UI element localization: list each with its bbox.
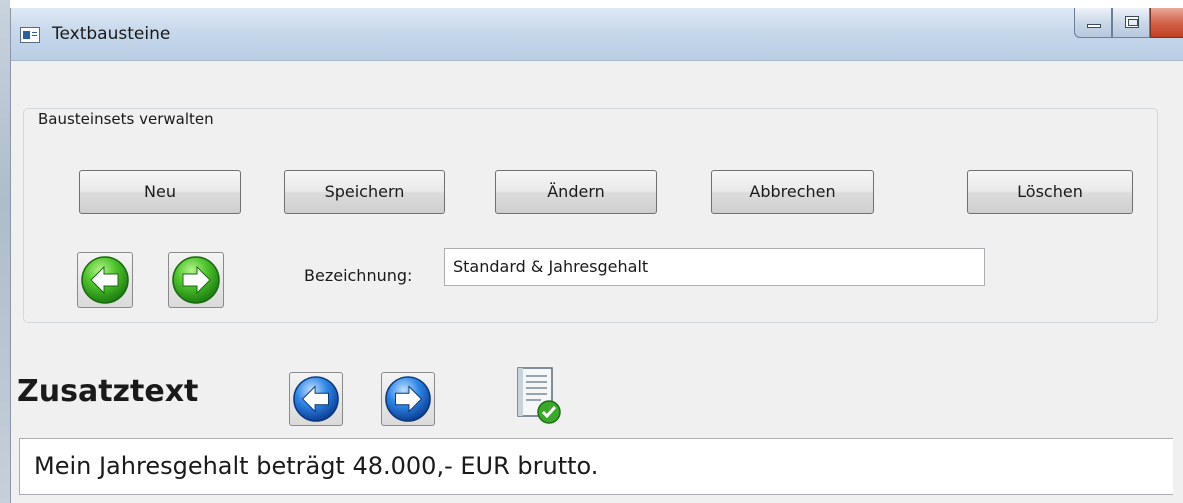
minimize-button[interactable] <box>1074 8 1112 38</box>
cancel-button[interactable]: Abbrechen <box>711 170 874 214</box>
delete-button[interactable]: Löschen <box>967 170 1133 214</box>
designation-input[interactable]: Standard & Jahresgehalt <box>444 248 985 286</box>
app-icon <box>20 27 40 43</box>
blue-left-arrow-icon <box>293 376 339 422</box>
blue-right-arrow-icon <box>385 376 431 422</box>
set-next-button[interactable] <box>168 252 224 308</box>
maximize-button[interactable] <box>1112 8 1150 38</box>
window-title: Textbausteine <box>52 24 171 44</box>
document-check-icon <box>517 367 561 424</box>
text-next-button[interactable] <box>381 372 435 426</box>
designation-label: Bezeichnung: <box>304 266 413 285</box>
set-prev-button[interactable] <box>77 252 133 308</box>
apply-text-button[interactable] <box>505 364 563 426</box>
maximize-icon <box>1125 16 1139 28</box>
desktop-background <box>0 0 10 503</box>
minimize-icon <box>1087 24 1101 28</box>
green-right-arrow-icon <box>172 256 220 304</box>
save-button[interactable]: Speichern <box>284 170 445 214</box>
edit-button[interactable]: Ändern <box>495 170 657 214</box>
new-button[interactable]: Neu <box>79 170 241 214</box>
close-button[interactable] <box>1150 8 1183 38</box>
green-left-arrow-icon <box>81 256 129 304</box>
text-prev-button[interactable] <box>289 372 343 426</box>
group-label: Bausteinsets verwalten <box>34 110 218 128</box>
title-bar[interactable]: Textbausteine <box>11 8 1183 61</box>
extra-text-area[interactable]: Mein Jahresgehalt beträgt 48.000,- EUR b… <box>19 438 1173 495</box>
section-heading: Zusatztext <box>17 374 199 409</box>
